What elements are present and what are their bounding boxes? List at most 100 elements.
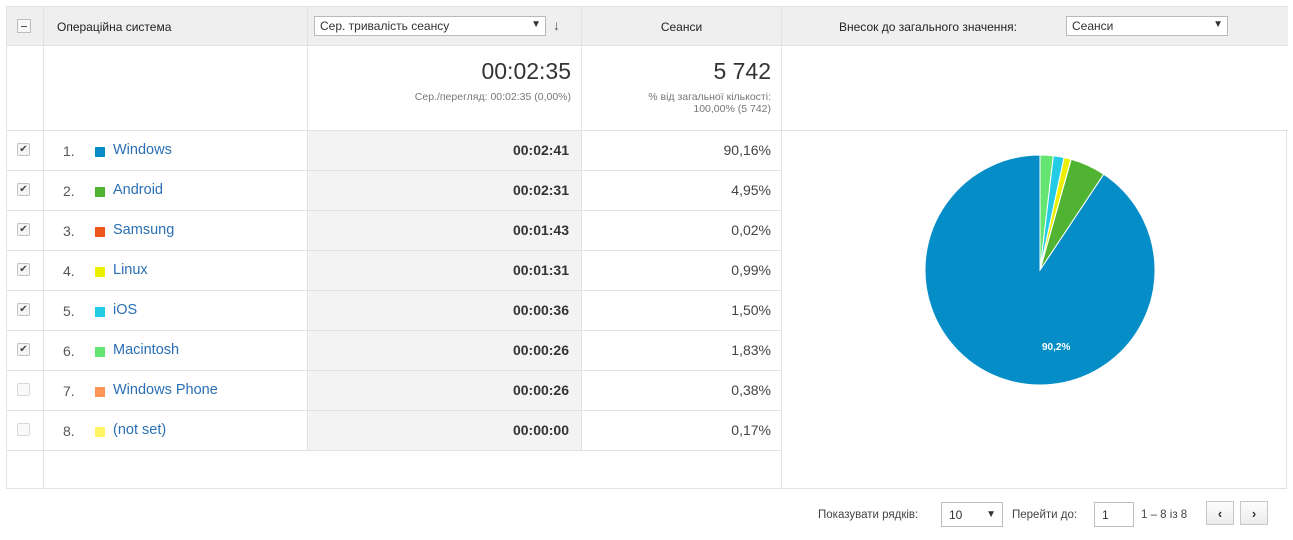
legend-swatch-icon bbox=[95, 307, 105, 317]
column-divider bbox=[307, 6, 308, 451]
sessions-header[interactable]: Сеанси bbox=[582, 7, 781, 46]
legend-swatch-icon bbox=[95, 427, 105, 437]
contribution-pie-chart: 90,2% bbox=[781, 131, 1288, 489]
checkmark-icon: ✔ bbox=[19, 224, 28, 235]
row-rank: 6. bbox=[63, 343, 75, 359]
sessions-pct: 0,38% bbox=[731, 382, 771, 398]
os-link[interactable]: Windows bbox=[113, 142, 172, 158]
summary-sessions-cell: 5 742 % від загальної кількості: 100,00%… bbox=[581, 46, 781, 130]
table-row: ✔ 1. Windows 00:02:41 90,16% bbox=[7, 131, 781, 171]
rows-per-page-select[interactable]: 10 ▼ bbox=[941, 502, 1003, 527]
sort-descending-icon[interactable]: ↓ bbox=[553, 17, 560, 33]
row-checkbox[interactable] bbox=[17, 423, 30, 436]
pie-chart-svg: 90,2% bbox=[924, 154, 1156, 386]
row-rank: 1. bbox=[63, 143, 75, 159]
metric-select-value: Сер. тривалість сеансу bbox=[320, 19, 450, 33]
duration-value: 00:00:26 bbox=[512, 342, 569, 358]
chevron-right-icon: › bbox=[1251, 505, 1257, 521]
chevron-left-icon: ‹ bbox=[1217, 505, 1223, 521]
pagination-footer: Показувати рядків: 10 ▼ Перейти до: 1 1 … bbox=[0, 489, 1293, 540]
row-rank: 4. bbox=[63, 263, 75, 279]
table-row: ✔ 5. iOS 00:00:36 1,50% bbox=[7, 291, 781, 331]
goto-page-value: 1 bbox=[1102, 507, 1109, 522]
contribution-select[interactable]: Сеанси ▼ bbox=[1066, 16, 1228, 36]
goto-page-input[interactable]: 1 bbox=[1094, 502, 1134, 527]
summary-row: 00:02:35 Сер./перегляд: 00:02:35 (0,00%)… bbox=[7, 46, 1288, 131]
contribution-select-value: Сеанси bbox=[1072, 19, 1114, 33]
duration-value: 00:01:31 bbox=[512, 262, 569, 278]
duration-value: 00:02:31 bbox=[512, 182, 569, 198]
os-link[interactable]: (not set) bbox=[113, 422, 166, 438]
row-checkbox[interactable]: ✔ bbox=[17, 143, 30, 156]
row-rank: 7. bbox=[63, 383, 75, 399]
duration-value: 00:02:41 bbox=[512, 142, 569, 158]
checkmark-icon: ✔ bbox=[19, 264, 28, 275]
duration-cell: 00:00:36 bbox=[307, 291, 581, 330]
duration-value: 00:01:43 bbox=[512, 222, 569, 238]
legend-swatch-icon bbox=[95, 267, 105, 277]
os-link[interactable]: Linux bbox=[113, 262, 148, 278]
sessions-pct: 0,17% bbox=[731, 422, 771, 438]
rows-per-page-value: 10 bbox=[949, 507, 963, 522]
page-range-text: 1 – 8 із 8 bbox=[1141, 509, 1188, 521]
duration-cell: 00:00:26 bbox=[307, 331, 581, 370]
duration-value: 00:00:36 bbox=[512, 302, 569, 318]
row-checkbox[interactable]: ✔ bbox=[17, 303, 30, 316]
duration-cell: 00:00:26 bbox=[307, 371, 581, 410]
table-row: 8. (not set) 00:00:00 0,17% bbox=[7, 411, 781, 451]
table-row: ✔ 2. Android 00:02:31 4,95% bbox=[7, 171, 781, 211]
row-checkbox[interactable]: ✔ bbox=[17, 263, 30, 276]
checkmark-icon: ✔ bbox=[19, 304, 28, 315]
sessions-pct: 0,02% bbox=[731, 222, 771, 238]
os-link[interactable]: Samsung bbox=[113, 222, 174, 238]
row-checkbox[interactable]: ✔ bbox=[17, 343, 30, 356]
dimension-header[interactable]: Операційна система bbox=[57, 7, 171, 46]
legend-swatch-icon bbox=[95, 147, 105, 157]
next-page-button[interactable]: › bbox=[1240, 501, 1268, 525]
row-checkbox[interactable]: ✔ bbox=[17, 223, 30, 236]
checkmark-icon: ✔ bbox=[19, 344, 28, 355]
row-checkbox[interactable] bbox=[17, 383, 30, 396]
row-rank: 3. bbox=[63, 223, 75, 239]
contribution-label: Внесок до загального значення: bbox=[839, 19, 1017, 34]
pie-data-label: 90,2% bbox=[1042, 342, 1070, 353]
summary-duration-value: 00:02:35 bbox=[481, 58, 571, 84]
goto-label: Перейти до: bbox=[1012, 509, 1078, 521]
legend-swatch-icon bbox=[95, 187, 105, 197]
duration-cell: 00:02:31 bbox=[307, 171, 581, 210]
legend-swatch-icon bbox=[95, 347, 105, 357]
os-link[interactable]: Android bbox=[113, 182, 163, 198]
duration-cell: 00:00:00 bbox=[307, 411, 581, 450]
sessions-pct: 1,50% bbox=[731, 302, 771, 318]
os-link[interactable]: Macintosh bbox=[113, 342, 179, 358]
sessions-pct: 4,95% bbox=[731, 182, 771, 198]
dropdown-arrow-icon: ▼ bbox=[986, 509, 996, 520]
table-row: ✔ 6. Macintosh 00:00:26 1,83% bbox=[7, 331, 781, 371]
table-row: 7. Windows Phone 00:00:26 0,38% bbox=[7, 371, 781, 411]
table-row: ✔ 3. Samsung 00:01:43 0,02% bbox=[7, 211, 781, 251]
os-link[interactable]: iOS bbox=[113, 302, 137, 318]
dropdown-arrow-icon: ▼ bbox=[531, 19, 541, 30]
summary-sessions-sub-1: % від загальної кількості: bbox=[648, 91, 771, 103]
summary-duration-sub: Сер./перегляд: 00:02:35 (0,00%) bbox=[414, 91, 571, 103]
row-rank: 5. bbox=[63, 303, 75, 319]
row-rank: 2. bbox=[63, 183, 75, 199]
os-link[interactable]: Windows Phone bbox=[113, 382, 218, 398]
previous-page-button[interactable]: ‹ bbox=[1206, 501, 1234, 525]
column-divider bbox=[581, 6, 582, 451]
row-checkbox[interactable]: ✔ bbox=[17, 183, 30, 196]
metric-select[interactable]: Сер. тривалість сеансу ▼ bbox=[314, 16, 546, 36]
duration-cell: 00:01:43 bbox=[307, 211, 581, 250]
duration-cell: 00:01:31 bbox=[307, 251, 581, 290]
duration-value: 00:00:26 bbox=[512, 382, 569, 398]
rows-per-page-label: Показувати рядків: bbox=[818, 509, 919, 521]
summary-sessions-value: 5 742 bbox=[713, 58, 771, 84]
report-table: Операційна система Сер. тривалість сеанс… bbox=[6, 6, 1288, 489]
legend-swatch-icon bbox=[95, 227, 105, 237]
sessions-pct: 0,99% bbox=[731, 262, 771, 278]
collapse-all-toggle[interactable] bbox=[17, 19, 31, 33]
legend-swatch-icon bbox=[95, 387, 105, 397]
summary-duration-cell: 00:02:35 Сер./перегляд: 00:02:35 (0,00%) bbox=[307, 46, 581, 130]
row-rank: 8. bbox=[63, 423, 75, 439]
dropdown-arrow-icon: ▼ bbox=[1213, 19, 1223, 30]
